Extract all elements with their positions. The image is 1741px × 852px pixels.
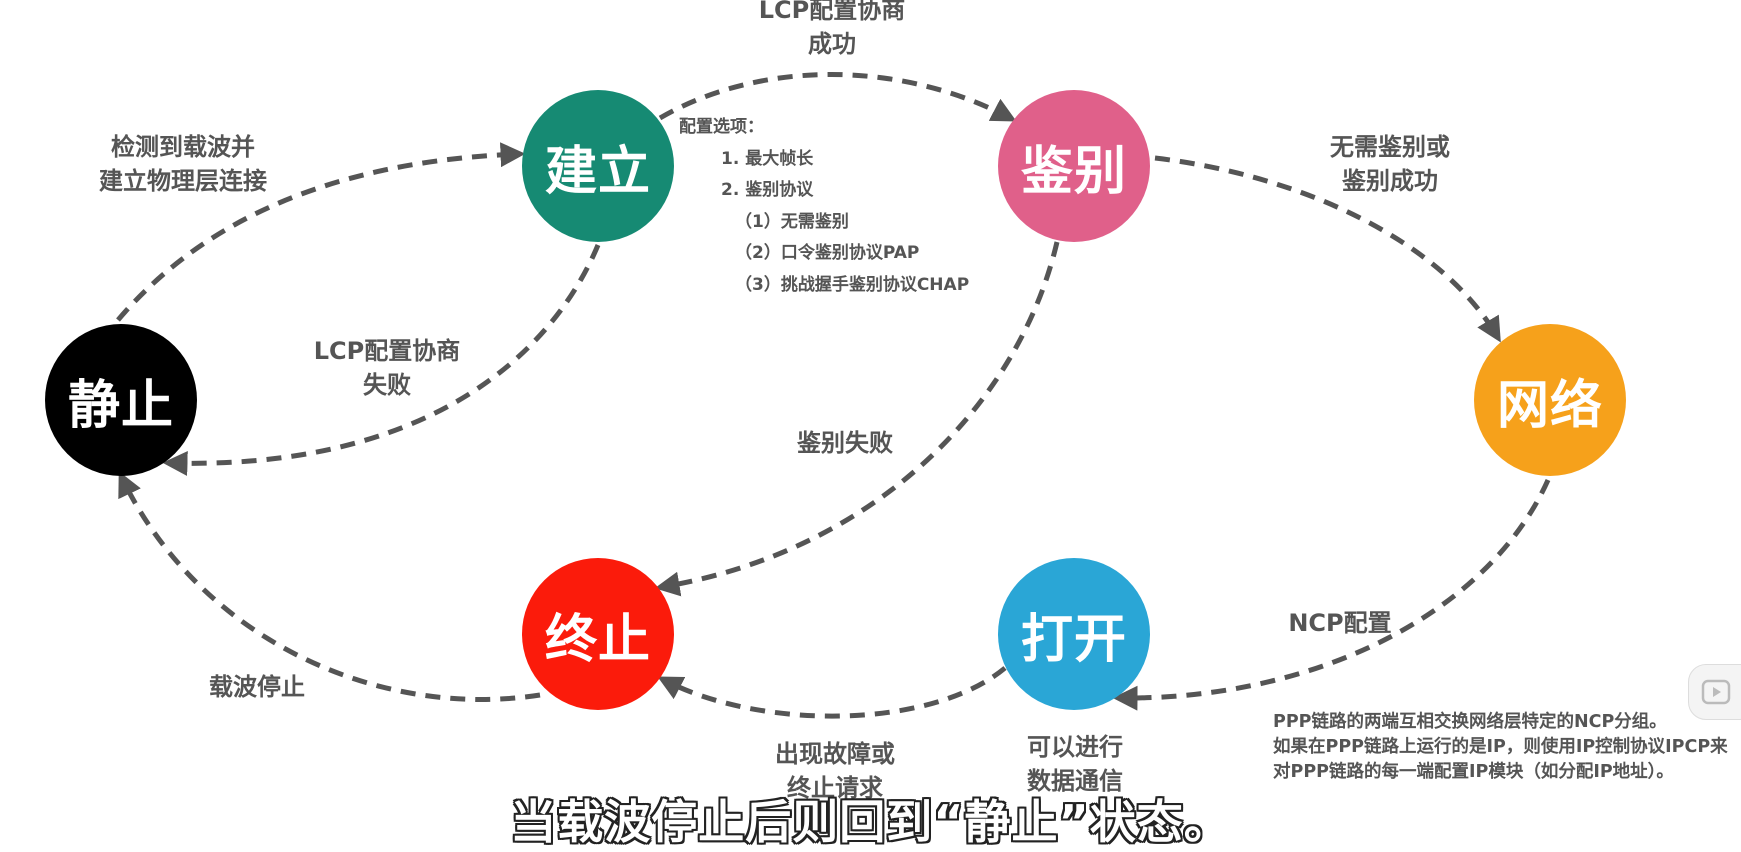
node-terminate: 终止 bbox=[522, 558, 674, 710]
label-establish-to-authenticate: LCP配置协商 成功 bbox=[727, 0, 937, 61]
label-line: 检测到载波并 bbox=[111, 133, 255, 161]
config-item: （3）挑战握手鉴别协议CHAP bbox=[735, 274, 970, 295]
label-network-to-open: NCP配置 bbox=[1270, 606, 1410, 640]
node-open: 打开 bbox=[998, 558, 1150, 710]
label-establish-to-static: LCP配置协商 失败 bbox=[292, 334, 482, 402]
label-line: 建立物理层连接 bbox=[99, 167, 267, 195]
label-line: 鉴别成功 bbox=[1342, 167, 1438, 195]
config-options: 配置选项： 1. 最大帧长 2. 鉴别协议 （1）无需鉴别 （2）口令鉴别协议P… bbox=[679, 112, 969, 301]
label-line: LCP配置协商 bbox=[313, 337, 461, 365]
label-line: 无需鉴别或 bbox=[1330, 133, 1450, 161]
label-line: 出现故障或 bbox=[775, 740, 895, 768]
label-authenticate-to-terminate: 鉴别失败 bbox=[770, 426, 920, 460]
arrow-terminate-to-static bbox=[118, 471, 541, 702]
config-item: （1）无需鉴别 bbox=[735, 211, 849, 232]
note-line: PPP链路的两端互相交换网络层特定的NCP分组。 bbox=[1273, 712, 1667, 732]
label-line: 可以进行 bbox=[1027, 733, 1123, 761]
video-subtitle: 当载波停止后则回到“静止”状态。 bbox=[510, 795, 1231, 849]
side-panel-button[interactable] bbox=[1688, 664, 1741, 720]
label-line: LCP配置协商 bbox=[758, 0, 906, 24]
config-item: 1. 最大帧长 bbox=[721, 148, 814, 169]
node-network: 网络 bbox=[1474, 324, 1626, 476]
label-line: 成功 bbox=[808, 30, 856, 58]
label-line: 鉴别失败 bbox=[797, 429, 893, 457]
node-authenticate: 鉴别 bbox=[998, 90, 1150, 242]
play-icon bbox=[1701, 679, 1731, 705]
node-static: 静止 bbox=[45, 324, 197, 476]
node-establish: 建立 bbox=[522, 90, 674, 242]
config-title: 配置选项： bbox=[679, 117, 764, 137]
note-line: 如果在PPP链路上运行的是IP，则使用IP控制协议IPCP来 bbox=[1273, 737, 1728, 757]
note-line: 对PPP链路的每一端配置IP模块（如分配IP地址）。 bbox=[1273, 762, 1674, 782]
label-line: 载波停止 bbox=[209, 673, 305, 701]
label-static-to-establish: 检测到载波并 建立物理层连接 bbox=[68, 130, 298, 198]
config-item: （2）口令鉴别协议PAP bbox=[735, 243, 920, 263]
label-authenticate-to-network: 无需鉴别或 鉴别成功 bbox=[1290, 130, 1490, 198]
config-item: 2. 鉴别协议 bbox=[721, 180, 814, 200]
label-terminate-to-static: 载波停止 bbox=[190, 670, 324, 704]
ncp-note: PPP链路的两端互相交换网络层特定的NCP分组。 如果在PPP链路上运行的是IP… bbox=[1273, 710, 1741, 785]
arrow-network-to-open bbox=[1112, 478, 1551, 711]
label-line: 失败 bbox=[363, 371, 411, 399]
label-line: NCP配置 bbox=[1288, 609, 1392, 637]
arrow-open-to-terminate bbox=[657, 666, 1007, 719]
